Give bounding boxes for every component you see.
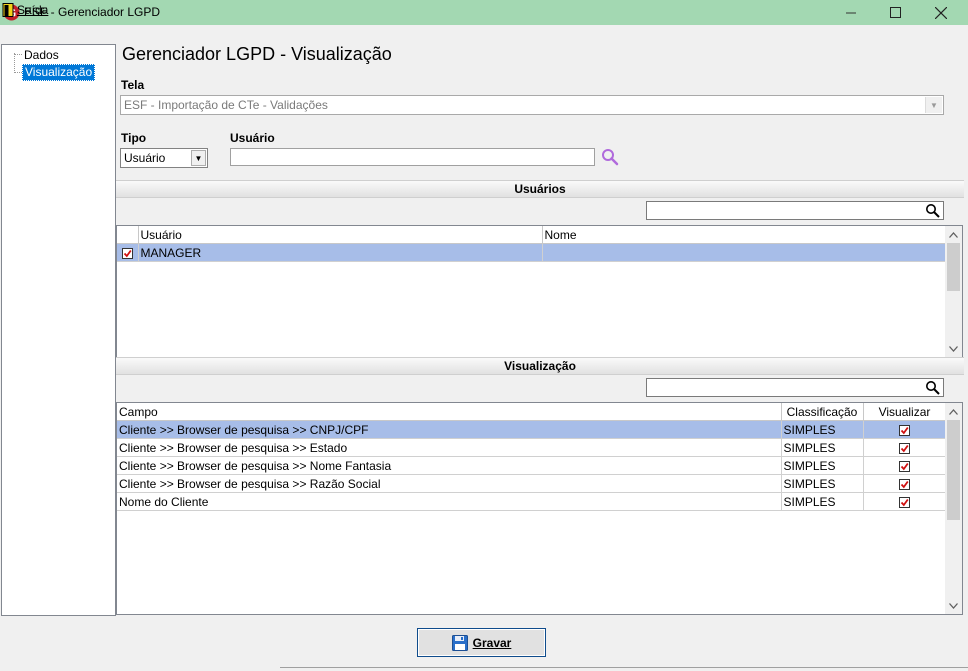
row-checkbox[interactable]	[121, 247, 133, 259]
cell-campo: Cliente >> Browser de pesquisa >> CNPJ/C…	[117, 420, 782, 439]
usuarios-section-header: Usuários	[116, 180, 964, 198]
menu-bar	[0, 25, 968, 44]
scroll-up-icon[interactable]	[945, 403, 962, 420]
cell-usuario: MANAGER	[138, 243, 543, 262]
check-mark-icon	[900, 444, 909, 453]
search-icon[interactable]	[925, 203, 941, 219]
table-row[interactable]: Cliente >> Browser de pesquisa >> Estado…	[117, 438, 947, 457]
tipo-label: Tipo	[121, 131, 147, 145]
scrollbar-thumb[interactable]	[947, 420, 960, 520]
row-checkbox-cell[interactable]	[117, 243, 139, 262]
check-mark-icon	[900, 480, 909, 489]
tela-select[interactable]: ESF - Importação de CTe - Validações ▼	[120, 95, 944, 115]
column-header-campo[interactable]: Campo	[117, 403, 782, 421]
tree-connector	[14, 53, 15, 73]
visualizacao-section-header: Visualização	[116, 357, 964, 375]
table-row[interactable]: Cliente >> Browser de pesquisa >> Nome F…	[117, 456, 947, 475]
cell-visualizar[interactable]	[863, 474, 947, 493]
check-mark-icon	[900, 426, 909, 435]
menu-item-saida[interactable]: Saída	[2, 1, 48, 18]
column-header-usuario[interactable]: Usuário	[138, 226, 543, 244]
chevron-down-icon[interactable]: ▼	[191, 150, 206, 166]
cell-classificacao: SIMPLES	[781, 438, 864, 457]
column-header-nome[interactable]: Nome	[542, 226, 947, 244]
cell-classificacao: SIMPLES	[781, 492, 864, 511]
usuarios-grid: Usuário Nome MANAGER	[116, 225, 963, 358]
tela-label: Tela	[121, 78, 145, 92]
visualizacao-filter-input[interactable]	[646, 378, 944, 397]
table-row[interactable]: Cliente >> Browser de pesquisa >> CNPJ/C…	[117, 420, 947, 439]
page-title: Gerenciador LGPD - Visualização	[122, 44, 392, 64]
maximize-button[interactable]	[872, 0, 918, 25]
cell-campo: Cliente >> Browser de pesquisa >> Razão …	[117, 474, 782, 493]
check-mark-icon	[123, 249, 132, 258]
navigation-tree: Dados Visualização	[1, 44, 116, 616]
grid-header-row: Campo Classificação Visualizar	[117, 403, 947, 421]
usuarios-scrollbar[interactable]	[945, 226, 962, 357]
tela-select-value: ESF - Importação de CTe - Validações	[124, 98, 328, 112]
minimize-icon	[846, 12, 856, 13]
tree-item-visualizacao[interactable]: Visualização	[22, 64, 96, 81]
cell-campo: Cliente >> Browser de pesquisa >> Nome F…	[117, 456, 782, 475]
scrollbar-thumb[interactable]	[947, 243, 960, 291]
floppy-disk-icon	[451, 634, 468, 651]
cell-visualizar[interactable]	[863, 456, 947, 475]
scroll-down-icon[interactable]	[945, 597, 962, 614]
cell-classificacao: SIMPLES	[781, 474, 864, 493]
tree-connector	[14, 54, 22, 55]
visualizacao-scrollbar[interactable]	[945, 403, 962, 614]
table-row[interactable]: MANAGER	[117, 243, 947, 262]
table-row[interactable]: Nome do Cliente SIMPLES	[117, 492, 947, 511]
cell-classificacao: SIMPLES	[781, 420, 864, 439]
usuarios-filter-input[interactable]	[646, 201, 944, 220]
search-icon[interactable]	[601, 148, 619, 166]
table-row[interactable]: Cliente >> Browser de pesquisa >> Razão …	[117, 474, 947, 493]
grid-header-row: Usuário Nome	[117, 226, 947, 244]
column-header-visualizar[interactable]: Visualizar	[863, 403, 947, 421]
minimize-button[interactable]	[828, 0, 874, 25]
cell-campo: Cliente >> Browser de pesquisa >> Estado	[117, 438, 782, 457]
cell-campo: Nome do Cliente	[117, 492, 782, 511]
visualizar-checkbox[interactable]	[899, 496, 910, 508]
check-mark-icon	[900, 462, 909, 471]
status-divider	[280, 667, 968, 668]
visualizar-checkbox[interactable]	[899, 424, 910, 436]
maximize-icon	[889, 7, 901, 18]
close-button[interactable]	[918, 0, 964, 25]
usuario-label: Usuário	[230, 131, 275, 145]
menu-saida-label: Saída	[17, 2, 49, 17]
visualizar-checkbox[interactable]	[899, 478, 910, 490]
cell-visualizar[interactable]	[863, 420, 947, 439]
checkbox-column-header	[117, 226, 139, 244]
cell-visualizar[interactable]	[863, 492, 947, 511]
visualizar-checkbox[interactable]	[899, 442, 910, 454]
gravar-button-label: Gravar	[472, 635, 512, 650]
gravar-button[interactable]: Gravar	[417, 628, 546, 657]
scroll-down-icon[interactable]	[945, 340, 962, 357]
search-icon[interactable]	[925, 380, 941, 396]
close-icon	[935, 6, 947, 19]
tree-connector	[14, 72, 22, 73]
column-header-classificacao[interactable]: Classificação	[781, 403, 864, 421]
chevron-down-icon[interactable]: ▼	[925, 97, 942, 113]
check-mark-icon	[900, 498, 909, 507]
cell-nome	[542, 243, 947, 262]
cell-classificacao: SIMPLES	[781, 456, 864, 475]
cell-visualizar[interactable]	[863, 438, 947, 457]
tipo-select-value: Usuário	[124, 151, 166, 165]
usuario-input[interactable]	[230, 148, 595, 166]
tree-item-dados[interactable]: Dados	[22, 48, 61, 63]
visualizacao-grid: Campo Classificação Visualizar Cliente >…	[116, 402, 963, 615]
exit-door-icon	[2, 2, 14, 17]
visualizar-checkbox[interactable]	[899, 460, 910, 472]
scroll-up-icon[interactable]	[945, 226, 962, 243]
tipo-select[interactable]: Usuário ▼	[120, 148, 208, 168]
